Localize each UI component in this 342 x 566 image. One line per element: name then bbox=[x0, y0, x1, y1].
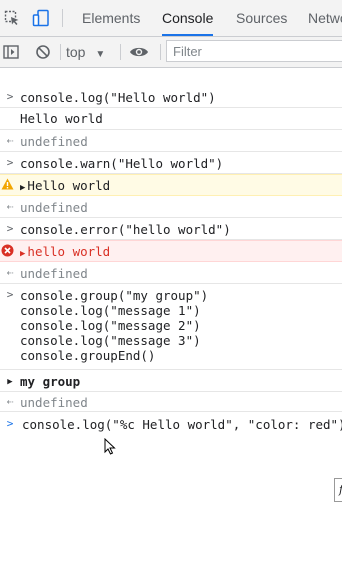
context-selector[interactable]: top ▼ bbox=[66, 37, 105, 67]
result-arrow-icon: ⇠ bbox=[6, 395, 14, 408]
console-warning-line[interactable]: ▶ Hello world bbox=[0, 174, 342, 196]
input-chevron-icon: > bbox=[6, 222, 14, 235]
console-toolbar: top ▼ bbox=[0, 37, 342, 68]
console-input-text: console.log("message 1") bbox=[20, 303, 201, 318]
console-input-line: > console.warn("Hello world") bbox=[0, 152, 342, 174]
console-input-multiline: > console.group("my group") console.log(… bbox=[0, 284, 342, 370]
console-result-text: undefined bbox=[20, 266, 88, 281]
console-prompt[interactable]: > console.log("%c Hello world", "color: … bbox=[0, 412, 342, 436]
console-log-line: Hello world bbox=[0, 108, 342, 130]
input-chevron-icon: > bbox=[6, 90, 14, 103]
console-output[interactable]: > console.log("Hello world") Hello world… bbox=[0, 88, 342, 566]
toolbar-divider bbox=[160, 44, 161, 60]
console-error-text: hello world bbox=[27, 244, 111, 259]
expand-triangle-icon[interactable]: ▶ bbox=[20, 183, 25, 193]
console-input-text: console.groupEnd() bbox=[20, 348, 156, 363]
sidebar-toggle-icon[interactable] bbox=[2, 37, 20, 67]
console-input-text: console.warn("Hello world") bbox=[20, 156, 224, 171]
result-arrow-icon: ⇠ bbox=[6, 134, 14, 147]
console-warning-text: Hello world bbox=[27, 178, 111, 193]
console-input-text: console.log("message 2") bbox=[20, 318, 201, 333]
mouse-pointer-icon bbox=[104, 437, 116, 458]
clear-console-icon[interactable] bbox=[34, 37, 52, 67]
console-result-line: ⇠ undefined bbox=[0, 392, 342, 412]
eye-icon[interactable] bbox=[128, 37, 150, 67]
devtools-tab-bar: Elements Console Sources Network bbox=[0, 0, 342, 37]
console-input-text: console.log("Hello world") bbox=[20, 90, 216, 105]
console-error-line[interactable]: ▶ hello world bbox=[0, 240, 342, 262]
prompt-chevron-icon: > bbox=[6, 417, 14, 430]
filter-box bbox=[166, 40, 342, 62]
tab-console[interactable]: Console bbox=[162, 0, 214, 36]
console-result-text: undefined bbox=[20, 200, 88, 215]
warning-icon bbox=[1, 178, 14, 193]
context-label: top bbox=[66, 44, 86, 60]
inspect-element-icon[interactable] bbox=[2, 0, 22, 36]
tab-sources[interactable]: Sources bbox=[236, 0, 287, 36]
console-input-line: > console.log("Hello world") bbox=[0, 88, 342, 108]
error-icon bbox=[1, 244, 14, 260]
console-input-text: console.error("hello world") bbox=[20, 222, 231, 237]
filter-input[interactable] bbox=[167, 41, 342, 61]
console-input-text: console.group("my group") bbox=[20, 288, 209, 303]
console-result-line: ⇠ undefined bbox=[0, 130, 342, 152]
prompt-input-text: console.log("%c Hello world", "color: re… bbox=[22, 417, 342, 432]
tab-elements[interactable]: Elements bbox=[82, 0, 140, 36]
dropdown-arrow-icon: ▼ bbox=[95, 49, 106, 60]
tab-network[interactable]: Network bbox=[308, 0, 342, 36]
console-group-line[interactable]: ▶ my group bbox=[0, 370, 342, 392]
expand-triangle-icon[interactable]: ▶ bbox=[20, 249, 25, 259]
toolbar-divider bbox=[60, 44, 61, 60]
toolbar-divider bbox=[120, 44, 121, 60]
result-arrow-icon: ⇠ bbox=[6, 266, 14, 279]
console-result-line: ⇠ undefined bbox=[0, 196, 342, 218]
input-chevron-icon: > bbox=[6, 288, 14, 301]
console-log-text: Hello world bbox=[20, 111, 103, 126]
device-toolbar-icon[interactable] bbox=[30, 0, 52, 36]
console-result-text: undefined bbox=[20, 134, 88, 149]
collapse-triangle-icon[interactable]: ▶ bbox=[4, 374, 16, 387]
prompt-input[interactable]: console.log("%c Hello world", "color: re… bbox=[22, 417, 342, 432]
toolbar-divider bbox=[62, 9, 63, 27]
autocomplete-hint: f bbox=[334, 478, 342, 502]
console-input-text: console.log("message 3") bbox=[20, 333, 201, 348]
console-group-label: my group bbox=[20, 374, 81, 389]
console-result-line: ⇠ undefined bbox=[0, 262, 342, 284]
result-arrow-icon: ⇠ bbox=[6, 200, 14, 213]
console-input-line: > console.error("hello world") bbox=[0, 218, 342, 240]
input-chevron-icon: > bbox=[6, 156, 14, 169]
console-result-text: undefined bbox=[20, 395, 88, 410]
